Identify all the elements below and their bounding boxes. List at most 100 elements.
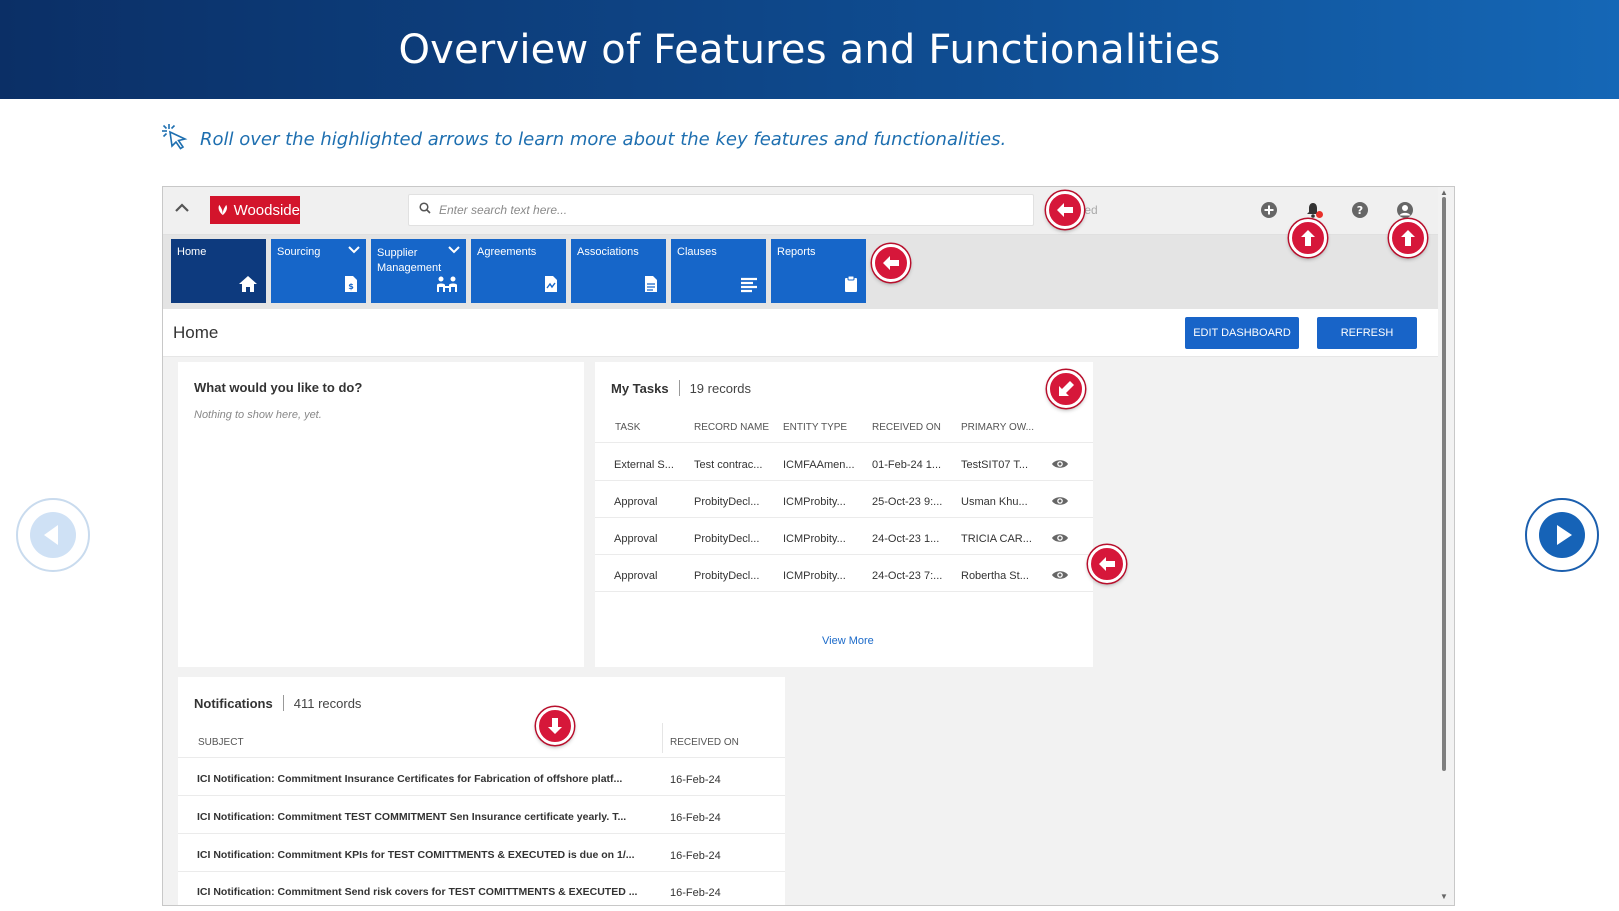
divider xyxy=(282,695,284,711)
column-header[interactable]: RECORD NAME xyxy=(694,422,769,433)
table-cell: ProbityDecl... xyxy=(694,496,760,508)
help-icon[interactable]: ? xyxy=(1350,200,1370,220)
chevron-down-icon[interactable] xyxy=(448,245,460,257)
text-lines-icon xyxy=(740,277,758,296)
slide-banner: Overview of Features and Functionalities xyxy=(0,0,1619,99)
previous-slide-button[interactable] xyxy=(16,498,90,572)
notification-date: 16-Feb-24 xyxy=(670,850,721,862)
nav-tile-label: Agreements xyxy=(477,246,537,258)
view-more-link[interactable]: View More xyxy=(822,635,874,647)
column-header[interactable]: SUBJECT xyxy=(198,737,244,748)
table-cell: Approval xyxy=(614,533,658,545)
hotspot-tasks-arrow[interactable] xyxy=(1047,370,1085,408)
divider xyxy=(595,591,1093,592)
nav-tile-home[interactable]: Home xyxy=(171,239,266,303)
notifications-title: Notifications xyxy=(194,695,273,711)
nav-tile-label: Clauses xyxy=(677,246,717,258)
table-cell: 25-Oct-23 9:... xyxy=(872,496,943,508)
scrollbar-thumb[interactable] xyxy=(1442,197,1446,771)
view-eye-icon[interactable] xyxy=(1051,458,1069,470)
search-input[interactable]: Enter search text here... xyxy=(408,194,1034,226)
divider xyxy=(178,757,785,758)
view-eye-icon[interactable] xyxy=(1051,532,1069,544)
divider xyxy=(178,795,785,796)
notification-bell-icon[interactable] xyxy=(1304,200,1324,220)
nav-tile-label: Associations xyxy=(577,246,639,258)
nav-tile-sourcing[interactable]: Sourcing $ xyxy=(271,239,366,303)
notification-subject: ICI Notification: Commitment Insurance C… xyxy=(197,773,623,785)
logo-text: Woodside xyxy=(233,201,300,219)
table-cell: Approval xyxy=(614,496,658,508)
chevron-down-icon[interactable] xyxy=(348,245,360,257)
view-eye-icon[interactable] xyxy=(1051,569,1069,581)
home-icon xyxy=(238,275,258,296)
arrow-up-icon xyxy=(1401,230,1415,246)
column-header[interactable]: RECEIVED ON xyxy=(872,422,941,433)
notification-date: 16-Feb-24 xyxy=(670,774,721,786)
tasks-record-count: 19 records xyxy=(689,380,751,396)
arrow-left-icon xyxy=(1099,557,1115,571)
refresh-button[interactable]: REFRESH xyxy=(1317,317,1417,349)
scroll-up-arrow-icon[interactable]: ▲ xyxy=(1440,188,1448,197)
nav-tile-associations[interactable]: Associations xyxy=(571,239,666,303)
table-cell: ProbityDecl... xyxy=(694,533,760,545)
table-cell: 01-Feb-24 1... xyxy=(872,459,942,471)
notification-date: 16-Feb-24 xyxy=(670,812,721,824)
sourcing-doc-icon: $ xyxy=(344,275,358,296)
nav-tile-clauses[interactable]: Clauses xyxy=(671,239,766,303)
nav-tile-reports[interactable]: Reports xyxy=(771,239,866,303)
arrow-left-icon xyxy=(1057,203,1073,217)
notifications-card: Notifications 411 records SUBJECT RECEIV… xyxy=(178,677,785,905)
hotspot-notifications-arrow[interactable] xyxy=(1289,219,1327,257)
hotspot-notifications-list-arrow[interactable] xyxy=(536,707,574,745)
table-cell: 24-Oct-23 7:... xyxy=(872,570,943,582)
column-header[interactable]: TASK xyxy=(615,422,640,433)
view-eye-icon[interactable] xyxy=(1051,495,1069,507)
column-header[interactable]: RECEIVED ON xyxy=(670,737,739,748)
edit-dashboard-button[interactable]: EDIT DASHBOARD xyxy=(1185,317,1299,349)
nav-tile-agreements[interactable]: Agreements xyxy=(471,239,566,303)
table-cell: TestSIT07 T... xyxy=(961,459,1029,471)
table-cell: External S... xyxy=(614,459,674,471)
add-icon[interactable] xyxy=(1259,200,1279,220)
svg-text:$: $ xyxy=(348,282,354,291)
table-cell: 24-Oct-23 1... xyxy=(872,533,940,545)
notification-date: 16-Feb-24 xyxy=(670,887,721,899)
table-cell: Usman Khu... xyxy=(961,496,1028,508)
table-cell: ICMProbity... xyxy=(783,533,846,545)
document-icon xyxy=(644,275,658,296)
hotspot-profile-arrow[interactable] xyxy=(1389,219,1427,257)
divider xyxy=(595,480,1093,481)
nav-tile-supplier-management[interactable]: Supplier Management xyxy=(371,239,466,303)
table-cell: Robertha St... xyxy=(961,570,1029,582)
user-profile-icon[interactable] xyxy=(1395,200,1415,220)
divider xyxy=(678,380,680,396)
page-title: Home xyxy=(173,323,219,342)
arrow-left-icon xyxy=(883,256,899,270)
quick-actions-card: What would you like to do? Nothing to sh… xyxy=(178,362,584,667)
column-header[interactable]: ENTITY TYPE xyxy=(783,422,847,433)
empty-state-text: Nothing to show here, yet. xyxy=(194,409,322,421)
hotspot-task-view-arrow[interactable] xyxy=(1088,545,1126,583)
nav-tile-label: Home xyxy=(177,246,207,258)
column-header[interactable]: PRIMARY OW... xyxy=(961,422,1034,433)
app-top-bar: Woodside Enter search text here... ted ? xyxy=(163,187,1438,235)
agreement-doc-icon xyxy=(544,275,558,296)
clipboard-icon xyxy=(844,275,858,296)
hotspot-search-arrow[interactable] xyxy=(1046,191,1084,229)
table-cell: TRICIA CAR... xyxy=(961,533,1032,545)
hotspot-navigation-arrow[interactable] xyxy=(872,244,910,282)
next-slide-button[interactable] xyxy=(1525,498,1599,572)
nav-tile-label: Reports xyxy=(777,246,816,258)
svg-text:?: ? xyxy=(1357,204,1363,217)
collapse-chevron-icon[interactable] xyxy=(173,199,191,222)
arrow-down-icon xyxy=(548,718,562,734)
instruction-row: Roll over the highlighted arrows to lear… xyxy=(160,122,1006,157)
nav-tile-label: Sourcing xyxy=(277,246,321,258)
notifications-record-count: 411 records xyxy=(293,695,362,711)
woodside-logo[interactable]: Woodside xyxy=(210,196,300,224)
cursor-click-icon xyxy=(160,122,190,157)
play-right-icon xyxy=(1539,512,1585,558)
divider xyxy=(178,833,785,834)
scroll-down-arrow-icon[interactable]: ▼ xyxy=(1440,892,1448,901)
